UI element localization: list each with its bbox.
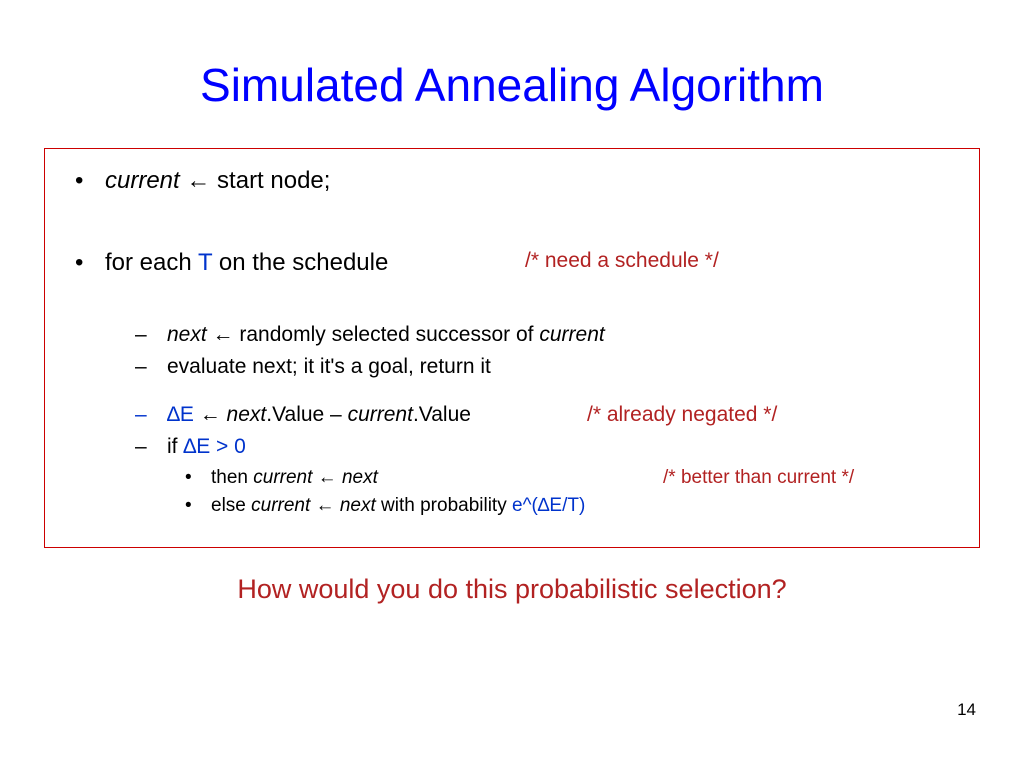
algorithm-box: • current ← start node; • for each T on … [44, 148, 980, 548]
algo-line-then: • then current ← next /* better than cur… [45, 467, 979, 489]
footer-question: How would you do this probabilistic sele… [0, 574, 1024, 605]
algo-line-evaluate: – evaluate next; it it's a goal, return … [45, 355, 979, 379]
algo-line-next: – next ← randomly selected successor of … [45, 323, 979, 347]
comment-negated: /* already negated */ [587, 403, 777, 427]
comment-better: /* better than current */ [663, 467, 854, 489]
algo-line-if: – if ∆E > 0 [45, 435, 979, 459]
page-number: 14 [957, 700, 976, 720]
algo-line-current: • current ← start node; [45, 167, 979, 195]
comment-schedule: /* need a schedule */ [525, 249, 719, 273]
algo-line-foreach: • for each T on the schedule /* need a s… [45, 249, 979, 277]
algo-line-else: • else current ← next with probability e… [45, 495, 979, 517]
page-title: Simulated Annealing Algorithm [0, 0, 1024, 148]
algo-line-delta-e: – ∆E ← next.Value – current.Value /* alr… [45, 403, 979, 427]
